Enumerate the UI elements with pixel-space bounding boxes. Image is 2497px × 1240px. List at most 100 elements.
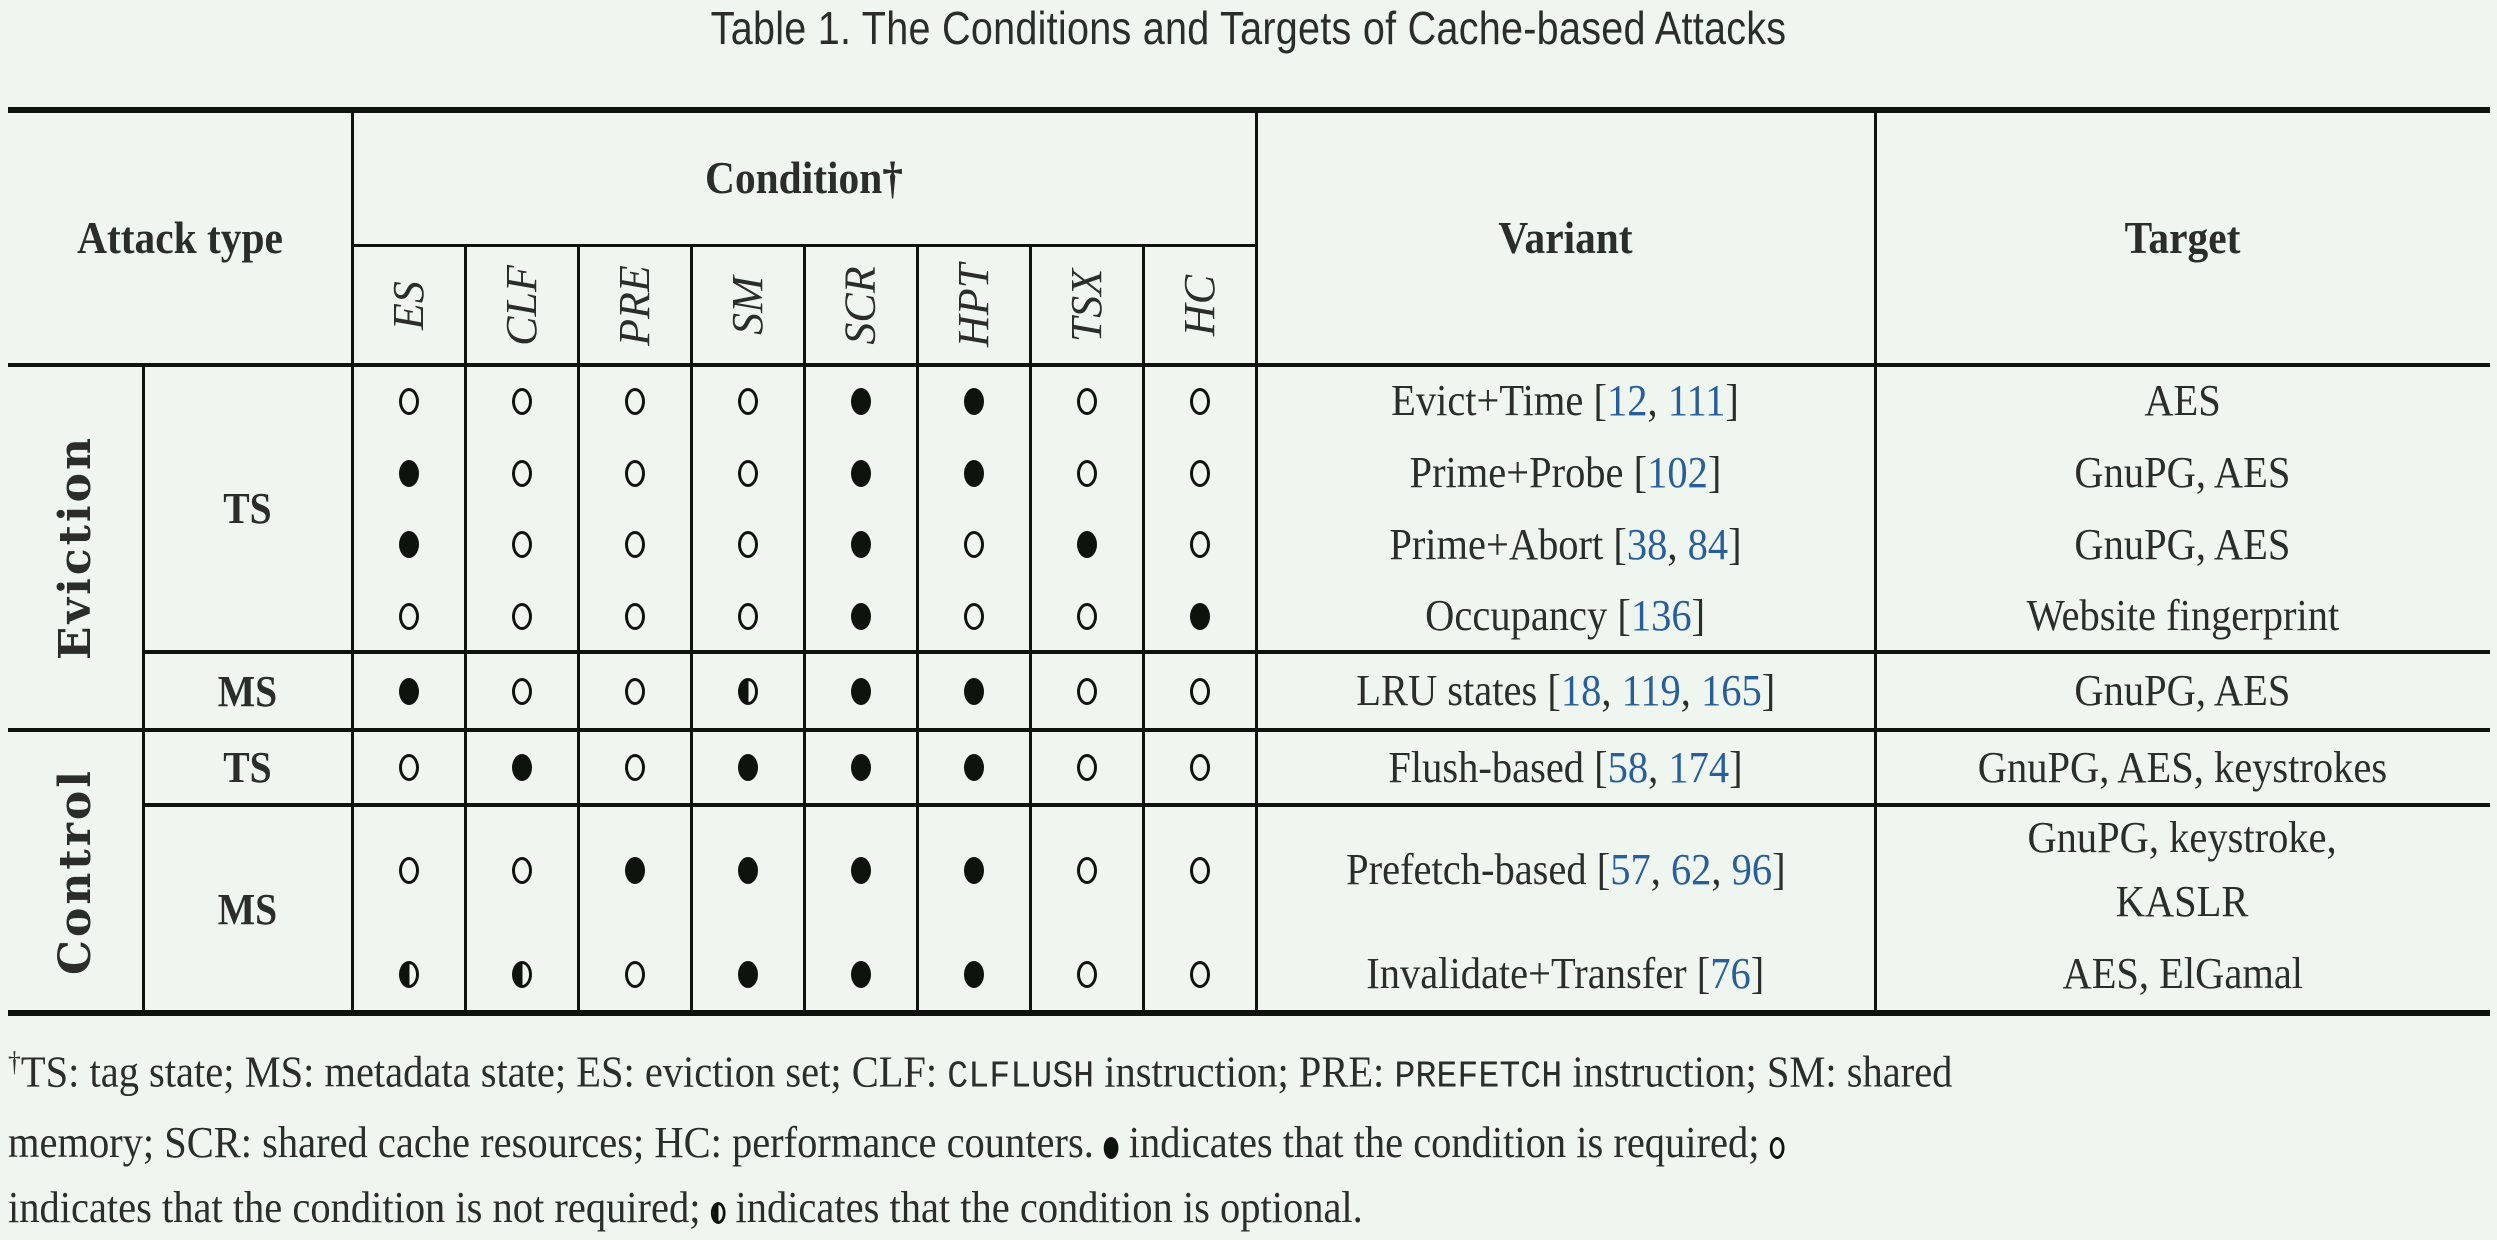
mark-cell (465, 580, 578, 652)
variant-cell: Flush-based [58, 174] (1256, 730, 1875, 805)
required-filled-circle-icon (398, 531, 419, 558)
mark-cell (917, 805, 1030, 935)
citation-link[interactable]: 102 (1647, 448, 1708, 497)
header-attack-type: Attack type (77, 212, 283, 263)
required-filled-circle-icon (850, 960, 871, 988)
mark-cell (578, 730, 691, 805)
not-required-open-circle-icon (1076, 459, 1097, 487)
citation-link[interactable]: 165 (1701, 666, 1762, 715)
mark-cell (1030, 437, 1143, 509)
variant-name: Prime+Abort (1389, 519, 1604, 569)
group-eviction: Eviction (8, 365, 143, 730)
not-required-open-circle-icon (511, 387, 532, 415)
variant-cell: Evict+Time [12, 111] (1256, 365, 1875, 437)
dagger-mark: † (8, 1047, 21, 1078)
mark-cell (917, 730, 1030, 805)
footnote-text: instruction; SM: shared (1562, 1047, 1953, 1097)
variant-cell: Occupancy [136] (1256, 580, 1875, 652)
not-required-open-circle-icon (624, 459, 645, 487)
not-required-open-circle-icon (624, 387, 645, 415)
target-cell: GnuPG, keystroke, KASLR (1875, 805, 2490, 935)
citation-link[interactable]: 62 (1671, 845, 1711, 894)
mark-cell (465, 437, 578, 509)
required-filled-circle-icon (850, 602, 871, 630)
required-filled-circle-icon (850, 754, 871, 781)
mark-cell (691, 730, 804, 805)
variant-text: Prime+Probe [102] (1409, 448, 1722, 497)
citation-link[interactable]: 174 (1668, 743, 1729, 792)
mark-cell (804, 365, 917, 437)
target-text: GnuPG, AES, keystrokes (1977, 742, 2388, 792)
required-filled-circle-icon (737, 856, 758, 884)
condition-label: HC (1175, 274, 1224, 336)
citation-link[interactable]: 38 (1627, 520, 1667, 569)
mark-cell (1143, 580, 1256, 652)
required-filled-circle-icon (1103, 1136, 1119, 1159)
mark-cell (352, 652, 465, 730)
mark-cell (465, 365, 578, 437)
optional-half-circle-icon (398, 960, 419, 988)
mark-cell (352, 437, 465, 509)
not-required-open-circle-icon (1189, 531, 1210, 558)
citation-link[interactable]: 18 (1561, 666, 1601, 715)
not-required-open-circle-icon (1076, 602, 1097, 630)
target-text: GnuPG, AES (2074, 448, 2291, 497)
mark-cell (1030, 730, 1143, 805)
not-required-open-circle-icon (1076, 677, 1097, 705)
footnote-text: indicates that the condition is not requ… (8, 1182, 711, 1232)
required-filled-circle-icon (850, 387, 871, 415)
citation-link[interactable]: 57 (1610, 845, 1650, 894)
citation-link[interactable]: 76 (1710, 949, 1750, 998)
not-required-open-circle-icon (737, 459, 758, 487)
not-required-open-circle-icon (963, 602, 984, 630)
not-required-open-circle-icon (737, 387, 758, 415)
variant-cell: Prime+Abort [38, 84] (1256, 509, 1875, 580)
not-required-open-circle-icon (511, 459, 532, 487)
citation-link[interactable]: 96 (1731, 845, 1771, 894)
mark-cell (804, 935, 917, 1013)
mark-cell (804, 437, 917, 509)
target-text: GnuPG, AES (2074, 666, 2291, 715)
mark-cell (578, 580, 691, 652)
mark-cell (352, 580, 465, 652)
mark-cell (1030, 652, 1143, 730)
required-filled-circle-icon (1189, 602, 1210, 630)
mark-cell (1143, 365, 1256, 437)
variant-text: Invalidate+Transfer [76] (1366, 949, 1765, 998)
footnote-line-2: memory; SCR: shared cache resources; HC:… (8, 1110, 2299, 1175)
header-condition-tsx: TSX (1030, 245, 1143, 365)
mark-cell (1143, 437, 1256, 509)
citation-link[interactable]: 111 (1668, 376, 1726, 425)
not-required-open-circle-icon (398, 387, 419, 415)
footnote-line-1: †TS: tag state; MS: metadata state; ES: … (8, 1030, 2299, 1110)
not-required-open-circle-icon (737, 531, 758, 558)
variant-name: Prefetch-based (1345, 845, 1587, 894)
required-filled-circle-icon (850, 677, 871, 705)
variant-name: Prime+Probe (1409, 448, 1624, 497)
mark-cell (465, 805, 578, 935)
optional-half-circle-icon (511, 960, 532, 988)
variant-name: Evict+Time (1391, 376, 1584, 425)
not-required-open-circle-icon (1076, 960, 1097, 988)
required-filled-circle-icon (850, 856, 871, 884)
mark-cell (352, 935, 465, 1013)
header-condition-hpt: HPT (917, 245, 1030, 365)
mark-cell (804, 730, 917, 805)
not-required-open-circle-icon (737, 602, 758, 630)
condition-label: CLF (496, 264, 546, 346)
not-required-open-circle-icon (1076, 754, 1097, 781)
citation-link[interactable]: 58 (1608, 743, 1648, 792)
header-condition: Condition† (705, 152, 903, 203)
citation-link[interactable]: 12 (1607, 376, 1647, 425)
required-filled-circle-icon (398, 677, 419, 705)
citation-link[interactable]: 119 (1621, 666, 1680, 715)
mark-cell (804, 509, 917, 580)
group-label: Eviction (50, 435, 101, 660)
required-filled-circle-icon (624, 856, 645, 884)
required-filled-circle-icon (737, 960, 758, 988)
citation-link[interactable]: 84 (1688, 520, 1728, 569)
mark-cell (352, 805, 465, 935)
not-required-open-circle-icon (1189, 677, 1210, 705)
target-text: AES, ElGamal (2062, 949, 2303, 998)
citation-link[interactable]: 136 (1631, 591, 1692, 640)
